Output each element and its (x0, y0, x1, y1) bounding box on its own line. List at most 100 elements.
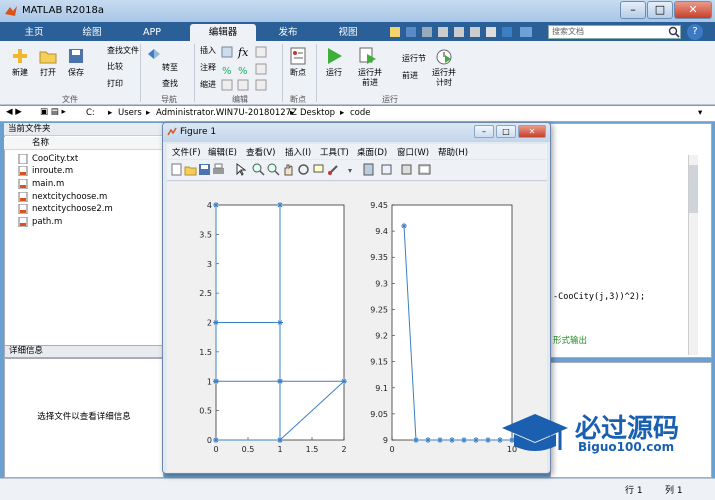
name-column-header[interactable]: 名称 (4, 137, 164, 150)
y-tick-label: 9.25 (370, 305, 388, 314)
compare-button[interactable]: 比较 (93, 61, 123, 73)
svg-text:%: % (238, 66, 248, 77)
editor-scrollbar[interactable] (688, 155, 698, 355)
figure-close-button[interactable]: ✕ (518, 125, 546, 138)
tab-publish[interactable]: 发布 (262, 24, 314, 41)
legend-icon[interactable] (380, 163, 393, 176)
figure-minimize-button[interactable]: – (474, 125, 494, 138)
m-file-icon (18, 191, 28, 203)
list-item[interactable]: nextcitychoose.m (18, 191, 107, 203)
tab-apps[interactable]: APP (126, 24, 178, 41)
arrows-icon (146, 47, 162, 61)
separator (194, 44, 195, 102)
list-item[interactable]: nextcitychoose2.m (18, 203, 113, 215)
tab-plots[interactable]: 绘图 (66, 24, 118, 41)
zoom-in-icon[interactable] (252, 163, 265, 176)
quick-access-toolbar[interactable] (388, 25, 538, 39)
y-tick-label: 9.2 (375, 332, 388, 341)
y-tick-label: 9.15 (370, 358, 388, 367)
list-item[interactable]: main.m (18, 178, 64, 190)
menu-insert[interactable]: 插入(I) (285, 146, 311, 158)
run-time-icon (434, 46, 454, 66)
print-button[interactable]: 打印 (93, 78, 123, 90)
advance-button[interactable]: 前进 (388, 70, 418, 82)
find-files-button[interactable]: 查找文件 (93, 45, 139, 57)
menu-view[interactable]: 查看(V) (246, 146, 275, 158)
figure-canvas[interactable]: 0 0.5 1 1.5 2 2.5 3 3.5 4 0 0.5 1 1.5 2 9 9.05 9.1 9.15 9.… (167, 182, 547, 472)
open-file-icon[interactable] (184, 163, 197, 176)
brush-icon[interactable] (327, 163, 340, 176)
x-tick-label: 0 (213, 445, 218, 454)
rotate-icon[interactable] (297, 163, 310, 176)
tab-editor[interactable]: 编辑器 (190, 24, 256, 41)
x-tick-label: 2 (341, 445, 346, 454)
list-item[interactable]: path.m (18, 216, 62, 228)
run-section-button[interactable]: 运行节 (388, 53, 426, 65)
run-button[interactable]: 运行 (319, 68, 349, 78)
save-button[interactable]: 保存 (61, 68, 91, 78)
minimize-button[interactable]: – (620, 1, 646, 19)
y-tick-label: 9.45 (370, 201, 388, 210)
menu-window[interactable]: 窗口(W) (397, 146, 429, 158)
back-icon[interactable]: ◀ ▶ (6, 107, 22, 117)
separator (140, 44, 141, 102)
indent-button[interactable]: 缩进 (200, 79, 216, 90)
hide-plot-tools-icon[interactable] (400, 163, 413, 176)
data-cursor-icon[interactable] (312, 163, 325, 176)
path-dropdown-icon[interactable]: ▾ (698, 108, 702, 118)
show-plot-tools-icon[interactable] (418, 163, 431, 176)
y-tick-label: 1 (207, 377, 212, 386)
window-title: MATLAB R2018a (22, 5, 105, 16)
m-file-icon (18, 178, 28, 190)
y-tick-label: 4 (207, 201, 212, 210)
close-button[interactable]: ✕ (674, 1, 712, 19)
tab-view[interactable]: 视图 (322, 24, 374, 41)
edit-tools-icons[interactable]: fx%% (220, 45, 278, 91)
code-comment: 形式输出 (553, 336, 588, 346)
open-button[interactable]: 打开 (33, 68, 63, 78)
link-icon[interactable] (346, 163, 359, 176)
save-figure-icon[interactable] (198, 163, 211, 176)
help-icon[interactable]: ? (687, 24, 703, 40)
zoom-out-icon[interactable] (267, 163, 280, 176)
search-icon[interactable] (668, 26, 680, 38)
menu-edit[interactable]: 编辑(E) (208, 146, 237, 158)
path-part-desktop[interactable]: Desktop (300, 108, 335, 118)
list-item[interactable]: CooCity.txt (18, 153, 78, 165)
path-part-drive[interactable]: C: (86, 108, 95, 118)
menu-help[interactable]: 帮助(H) (438, 146, 468, 158)
menu-file[interactable]: 文件(F) (172, 146, 201, 158)
path-part-user[interactable]: Administrator.WIN7U-20180127Z (156, 108, 297, 118)
plots-svg: 0 0.5 1 1.5 2 2.5 3 3.5 4 0 0.5 1 1.5 2 9 9.05 9.1 9.15 9.… (199, 201, 517, 454)
run-time-button[interactable]: 运行并 计时 (426, 68, 462, 88)
y-tick-label: 9.3 (375, 279, 388, 288)
m-file-icon (18, 165, 28, 177)
path-part-users[interactable]: Users (118, 108, 142, 118)
goto-button[interactable]: 转至 (148, 62, 178, 74)
find-button[interactable]: 查找 (148, 78, 178, 90)
menu-desktop[interactable]: 桌面(D) (357, 146, 387, 158)
folder-nav-icons[interactable]: ▣ ▤ ▸ (40, 107, 66, 117)
insert-button[interactable]: 插入 (200, 45, 216, 56)
print-figure-icon[interactable] (212, 163, 225, 176)
new-icon (10, 46, 30, 66)
path-part-code[interactable]: code (350, 108, 371, 118)
path-sep: ▸ (146, 108, 151, 118)
pointer-icon[interactable] (234, 163, 247, 176)
search-docs-input[interactable]: 搜索文档 (548, 25, 681, 39)
comment-button[interactable]: 注释 (200, 62, 216, 73)
menu-tools[interactable]: 工具(T) (320, 146, 349, 158)
list-item[interactable]: inroute.m (18, 165, 73, 177)
breakpoints-button[interactable]: 断点 (283, 68, 313, 78)
status-line: 行 1 (625, 486, 643, 496)
tab-home[interactable]: 主页 (8, 24, 60, 41)
new-figure-icon[interactable] (170, 163, 183, 176)
maximize-button[interactable]: □ (647, 1, 673, 19)
figure-maximize-button[interactable]: □ (496, 125, 516, 138)
new-button[interactable]: 新建 (5, 68, 35, 78)
colorbar-icon[interactable] (362, 163, 375, 176)
status-column: 列 1 (665, 486, 683, 496)
run-advance-button[interactable]: 运行并 前进 (352, 68, 388, 88)
pan-icon[interactable] (282, 163, 295, 176)
code-line: -CooCity(j,3))^2); (553, 292, 646, 302)
